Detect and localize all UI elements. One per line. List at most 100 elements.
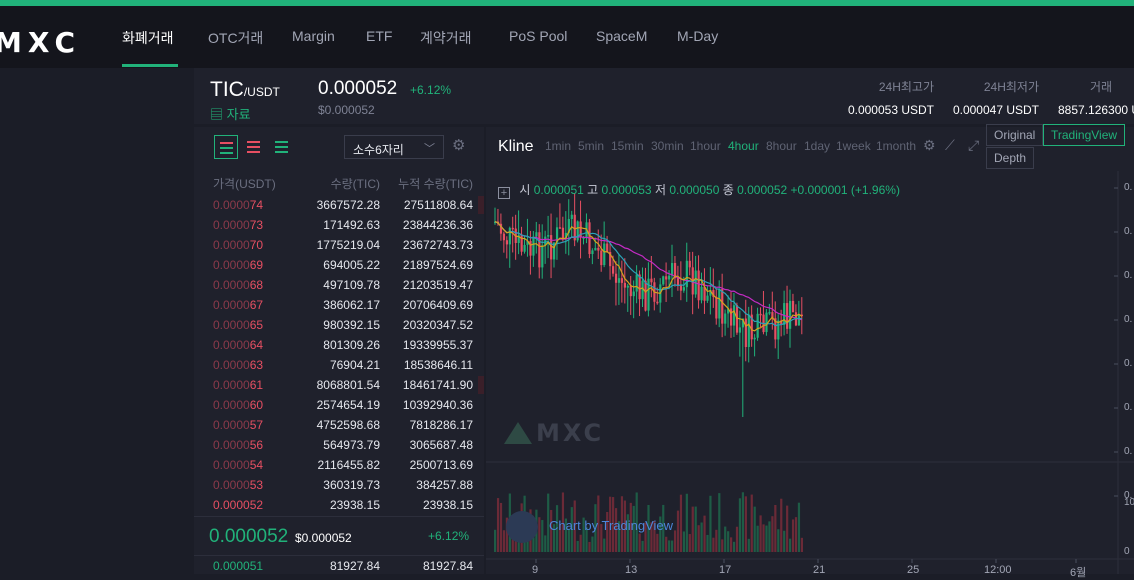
ask-row[interactable]: 0.000064 801309.26 19339955.37 [194, 335, 484, 355]
ask-row[interactable]: 0.000057 4752598.68 7818286.17 [194, 415, 484, 435]
nav-otc[interactable]: OTC거래 [208, 28, 263, 48]
candle-body [502, 233, 506, 241]
tradingview-logo-icon[interactable] [506, 511, 538, 543]
y-tick: 0. [1124, 182, 1133, 193]
volume-bar [727, 531, 730, 552]
ask-row[interactable]: 0.000060 2574654.19 10392940.36 [194, 395, 484, 415]
candle-body [700, 286, 703, 301]
order-book-header: 가격(USDT) 수량(TIC) 누적 수량(TIC) [194, 175, 484, 193]
layout-both-icon[interactable] [214, 135, 238, 159]
tradingview-credit[interactable]: Chart by TradingView [549, 518, 673, 533]
watermark-text: MXC [536, 419, 605, 447]
volume-bar [753, 506, 756, 552]
ask-row[interactable]: 0.000065 980392.15 20320347.52 [194, 315, 484, 335]
ask-row[interactable]: 0.000068 497109.78 21203519.47 [194, 275, 484, 295]
fullscreen-icon[interactable]: ⤢ [968, 137, 979, 154]
ask-row[interactable]: 0.000056 564973.79 3065687.48 [194, 435, 484, 455]
indicator-icon[interactable]: ⟋ [945, 137, 955, 154]
nav-pos-pool[interactable]: PoS Pool [509, 28, 567, 44]
precision-select[interactable]: 소수6자리 ﹀ [344, 135, 444, 159]
candle-body [635, 274, 638, 292]
candle-body [738, 327, 742, 333]
interval-1hour[interactable]: 1hour [690, 139, 721, 153]
view-original-button[interactable]: Original [986, 124, 1044, 146]
volume-bar [591, 536, 594, 552]
nav-contract[interactable]: 계약거래 [420, 28, 472, 48]
ask-row[interactable]: 0.000053 360319.73 384257.88 [194, 475, 484, 495]
candle-body [682, 287, 685, 291]
ask-qty: 171492.63 [323, 218, 380, 232]
volume-bar [771, 516, 774, 552]
ask-row[interactable]: 0.000063 76904.21 18538646.11 [194, 355, 484, 375]
interval-8hour[interactable]: 8hour [766, 139, 797, 153]
ask-row[interactable]: 0.000073 171492.63 23844236.36 [194, 215, 484, 235]
view-tradingview-button[interactable]: TradingView [1043, 124, 1126, 146]
candle-body [650, 278, 653, 283]
ask-row[interactable]: 0.000074 3667572.28 27511808.64 [194, 195, 484, 215]
interval-4hour[interactable]: 4hour [728, 139, 759, 153]
nav-margin[interactable]: Margin [292, 28, 335, 44]
ask-row[interactable]: 0.000069 694005.22 21897524.69 [194, 255, 484, 275]
ask-row[interactable]: 0.000052 23938.15 23938.15 [194, 495, 484, 515]
candle-body [718, 289, 721, 319]
info-link[interactable]: ▤ 자료 [210, 104, 251, 123]
ask-row[interactable]: 0.000054 2116455.82 2500713.69 [194, 455, 484, 475]
expand-icon[interactable]: + [498, 187, 510, 199]
candle-body [620, 278, 624, 283]
ask-row[interactable]: 0.000067 386062.17 20706409.69 [194, 295, 484, 315]
candle-body [759, 313, 762, 316]
candle-body [638, 274, 641, 300]
ask-price: 0.000067 [213, 298, 264, 312]
bid-row[interactable]: 0.000051 81927.84 81927.84 [194, 556, 484, 576]
chart-settings-icon[interactable]: ⚙ [923, 137, 936, 154]
interval-15min[interactable]: 15min [611, 139, 644, 153]
volume-bar [703, 515, 706, 552]
interval-5min[interactable]: 5min [578, 139, 604, 153]
interval-1min[interactable]: 1min [545, 139, 571, 153]
view-depth-button[interactable]: Depth [986, 147, 1035, 169]
nav-etf[interactable]: ETF [366, 28, 392, 44]
gear-icon[interactable]: ⚙ [452, 136, 465, 154]
ask-price: 0.000065 [213, 318, 264, 332]
legend-low: 0.000050 [669, 183, 720, 197]
ask-row[interactable]: 0.000070 1775219.04 23672743.73 [194, 235, 484, 255]
candle-body [612, 266, 615, 274]
layout-asks-icon[interactable] [242, 135, 266, 159]
volume-bar [603, 538, 606, 552]
x-tick: 12:00 [984, 564, 1012, 576]
candle-body [797, 314, 801, 326]
volume-bar [538, 517, 541, 552]
layout-bids-icon[interactable] [270, 135, 294, 159]
depth-bar [478, 196, 484, 214]
nav-spot-trading[interactable]: 화폐거래 [122, 28, 174, 48]
volume-bar [780, 498, 783, 552]
candle-body [626, 285, 629, 288]
volume-bar [697, 525, 700, 552]
ask-qty: 497109.78 [323, 278, 380, 292]
candle-body [561, 227, 565, 240]
mid-price: 0.000052 [209, 526, 289, 547]
candle-body [594, 247, 597, 251]
ask-row[interactable]: 0.000061 8068801.54 18461741.90 [194, 375, 484, 395]
volume-bar [712, 537, 715, 552]
nav-m-day[interactable]: M-Day [677, 28, 718, 44]
interval-1month[interactable]: 1month [876, 139, 916, 153]
top-navigation: MXC 화폐거래 OTC거래 Margin ETF 계약거래 PoS Pool … [0, 6, 1134, 68]
ask-cum: 27511808.64 [403, 198, 473, 212]
interval-1day[interactable]: 1day [804, 139, 830, 153]
mxc-logo[interactable]: MXC [0, 26, 81, 59]
interval-1week[interactable]: 1week [836, 139, 871, 153]
ask-qty: 694005.22 [323, 258, 380, 272]
bid-cum: 81927.84 [422, 559, 473, 573]
ask-cum: 20320347.52 [402, 318, 473, 332]
volume-bar [756, 525, 759, 552]
ask-price: 0.000056 [213, 438, 264, 452]
nav-spacem[interactable]: SpaceM [596, 28, 647, 44]
candle-body [523, 244, 526, 252]
ask-cum: 20706409.69 [402, 298, 473, 312]
ask-qty: 2116455.82 [317, 458, 380, 472]
interval-30min[interactable]: 30min [651, 139, 684, 153]
candle-body [783, 303, 786, 325]
candle-body [756, 313, 759, 338]
precision-value: 소수6자리 [353, 143, 404, 157]
